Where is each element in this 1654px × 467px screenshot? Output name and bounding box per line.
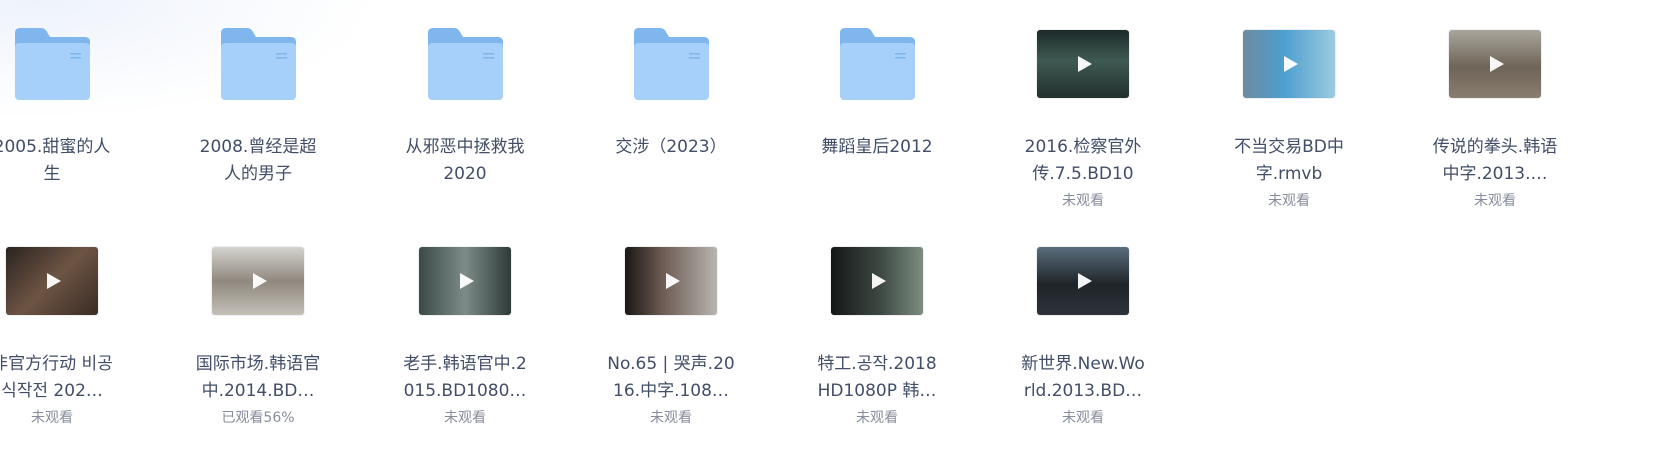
watch-status: 已观看56% <box>221 410 295 426</box>
video-thumbnail <box>1037 247 1129 315</box>
folder-icon <box>634 28 709 100</box>
video-tile[interactable]: 特工.공작.2018 HD1080P 韩… 未观看 <box>782 217 972 427</box>
video-tile[interactable]: 新世界.New.World.2013.BD… 未观看 <box>988 217 1178 427</box>
watch-status: 未观看 <box>31 410 73 426</box>
watch-status: 未观看 <box>1062 193 1104 209</box>
file-name: 2016.检察官外传.7.5.BD108… <box>1024 137 1142 184</box>
file-name: 老手.韩语官中.2015.BD1080… <box>403 354 527 401</box>
watch-status: 未观看 <box>856 410 898 426</box>
video-tile[interactable]: 国际市场.韩语官中.2014.BD… 已观看56% <box>163 217 353 427</box>
play-icon <box>1078 273 1092 289</box>
play-icon <box>872 273 886 289</box>
watch-status: 未观看 <box>1062 410 1104 426</box>
play-icon <box>1490 56 1504 72</box>
play-icon <box>1284 56 1298 72</box>
folder-tile[interactable]: 2008.曾经是超人的男子 <box>163 0 353 210</box>
folder-icon <box>840 28 915 100</box>
video-tile[interactable]: No.65 | 哭声.2016.中字.108… 未观看 <box>576 217 766 427</box>
file-name: No.65 | 哭声.2016.中字.108… <box>607 354 735 401</box>
folder-icon <box>428 28 503 100</box>
folder-icon <box>15 28 90 100</box>
video-tile[interactable]: 2016.检察官外传.7.5.BD108… 未观看 <box>988 0 1178 210</box>
file-name: 不当交易BD中字.rmvb <box>1234 137 1344 184</box>
folder-tile[interactable]: 交涉（2023） <box>576 0 766 210</box>
file-name: 国际市场.韩语官中.2014.BD… <box>195 354 321 401</box>
watch-status: 未观看 <box>1268 193 1310 209</box>
video-tile[interactable]: 传说的拳头.韩语中字.2013.… 未观看 <box>1400 0 1590 210</box>
play-icon <box>47 273 61 289</box>
file-name: 非官方行动 비공식작전 202… <box>0 354 113 401</box>
folder-tile[interactable]: 舞蹈皇后2012 <box>782 0 972 210</box>
watch-status: 未观看 <box>650 410 692 426</box>
video-thumbnail <box>831 247 923 315</box>
file-name: 从邪恶中拯救我2020 <box>405 137 525 184</box>
folder-tile[interactable]: 从邪恶中拯救我2020 <box>370 0 560 210</box>
play-icon <box>460 273 474 289</box>
video-thumbnail <box>1243 30 1335 98</box>
folder-tile[interactable]: 2005.甜蜜的人生 <box>0 0 147 210</box>
video-thumbnail <box>1037 30 1129 98</box>
video-thumbnail <box>419 247 511 315</box>
video-tile[interactable]: 非官方行动 비공식작전 202… 未观看 <box>0 217 147 427</box>
video-tile[interactable]: 老手.韩语官中.2015.BD1080… 未观看 <box>370 217 560 427</box>
video-tile[interactable]: 不当交易BD中字.rmvb 未观看 <box>1194 0 1384 210</box>
play-icon <box>666 273 680 289</box>
file-name: 2005.甜蜜的人生 <box>0 137 111 184</box>
video-thumbnail <box>625 247 717 315</box>
file-name: 交涉（2023） <box>615 137 727 157</box>
watch-status: 未观看 <box>1474 193 1516 209</box>
file-name: 舞蹈皇后2012 <box>821 137 933 157</box>
play-icon <box>253 273 267 289</box>
file-name: 2008.曾经是超人的男子 <box>199 137 317 184</box>
file-name: 新世界.New.World.2013.BD… <box>1021 354 1145 401</box>
video-thumbnail <box>6 247 98 315</box>
watch-status: 未观看 <box>444 410 486 426</box>
video-thumbnail <box>1449 30 1541 98</box>
folder-icon <box>221 28 296 100</box>
video-thumbnail <box>212 247 304 315</box>
play-icon <box>1078 56 1092 72</box>
file-name: 特工.공작.2018 HD1080P 韩… <box>817 354 937 401</box>
file-name: 传说的拳头.韩语中字.2013.… <box>1432 137 1558 184</box>
